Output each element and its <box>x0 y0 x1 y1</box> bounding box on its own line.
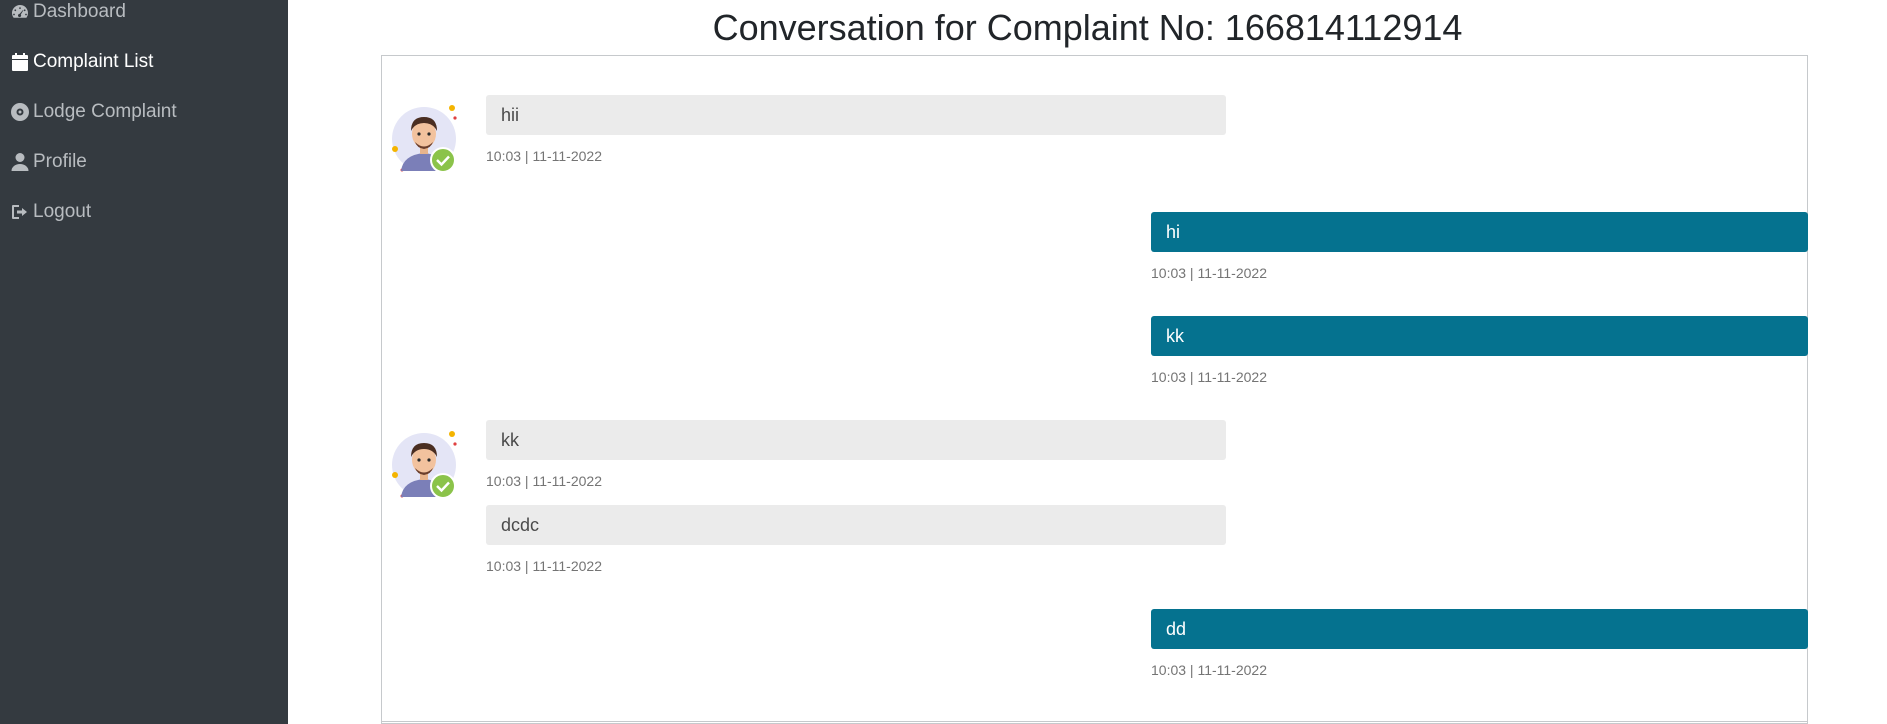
sidebar-item-complaint-list[interactable]: Complaint List <box>9 47 153 77</box>
sidebar-item-lodge-complaint[interactable]: Lodge Complaint <box>9 97 177 127</box>
sidebar-item-logout[interactable]: Logout <box>9 197 91 227</box>
message-timestamp: 10:03 | 11-11-2022 <box>1151 369 1267 385</box>
outgoing-message-bubble: kk <box>1151 316 1808 356</box>
outgoing-message-bubble: dd <box>1151 609 1808 649</box>
outgoing-message-bubble: hi <box>1151 212 1808 252</box>
incoming-message-bubble: hii <box>486 95 1226 135</box>
calendar-icon <box>9 51 31 73</box>
sidebar: Dashboard Complaint List Lodge Complaint… <box>0 0 288 724</box>
incoming-message-bubble: kk <box>486 420 1226 460</box>
message-timestamp: 10:03 | 11-11-2022 <box>1151 662 1267 678</box>
sidebar-item-dashboard[interactable]: Dashboard <box>9 0 126 27</box>
page-title: Conversation for Complaint No: 166814112… <box>712 7 1463 48</box>
dashboard-icon <box>9 1 31 23</box>
agent-avatar-icon <box>391 101 461 175</box>
sidebar-item-label: Complaint List <box>33 51 154 72</box>
user-icon <box>9 151 31 173</box>
agent-avatar-icon <box>391 427 461 501</box>
logout-icon <box>9 201 31 223</box>
message-timestamp: 10:03 | 11-11-2022 <box>486 558 602 574</box>
sidebar-item-label: Logout <box>33 201 92 222</box>
incoming-message-bubble: dcdc <box>486 505 1226 545</box>
message-timestamp: 10:03 | 11-11-2022 <box>486 148 602 164</box>
message-timestamp: 10:03 | 11-11-2022 <box>486 473 602 489</box>
message-timestamp: 10:03 | 11-11-2022 <box>1151 265 1267 281</box>
sidebar-item-label: Dashboard <box>33 1 126 22</box>
app-root: Dashboard Complaint List Lodge Complaint… <box>0 0 1887 724</box>
sidebar-item-label: Lodge Complaint <box>33 101 177 122</box>
panel-divider <box>381 721 1808 722</box>
sidebar-item-label: Profile <box>33 151 87 172</box>
sidebar-item-profile[interactable]: Profile <box>9 147 87 177</box>
disc-icon <box>9 101 31 123</box>
